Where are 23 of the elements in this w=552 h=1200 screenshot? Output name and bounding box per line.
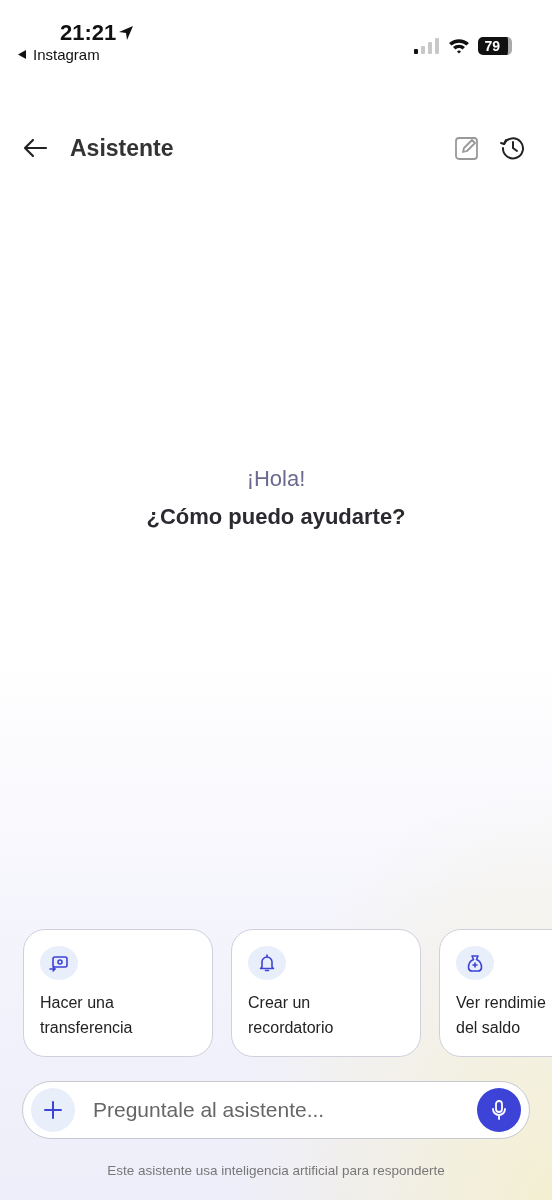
suggestion-card[interactable]: Ver rendimie del saldo [439, 929, 552, 1057]
message-input[interactable]: Preguntale al asistente... [91, 1097, 477, 1123]
cash-transfer-icon [49, 953, 69, 973]
battery-icon: 79 [478, 37, 512, 55]
suggestion-card[interactable]: Hacer una transferencia [23, 929, 213, 1057]
microphone-button[interactable] [477, 1088, 521, 1132]
add-button[interactable] [31, 1088, 75, 1132]
signal-icon [414, 38, 441, 54]
bell-icon [257, 953, 277, 973]
greeting-text: ¡Hola! [246, 466, 306, 492]
location-arrow-icon [118, 25, 135, 41]
disclaimer-text: Este asistente usa inteligencia artificial para responderte [106, 1162, 446, 1180]
page-title: Asistente [70, 134, 174, 162]
greeting-question: ¿Cómo puedo ayudarte? [146, 504, 406, 530]
back-triangle-icon[interactable] [18, 50, 27, 59]
money-bag-icon [465, 953, 485, 973]
suggestion-card[interactable]: Crear un recordatorio [231, 929, 421, 1057]
wifi-icon [448, 38, 471, 54]
message-field[interactable]: Preguntale al asistente... [22, 1081, 530, 1139]
microphone-icon [489, 1099, 509, 1121]
plus-icon [43, 1100, 63, 1120]
status-time: 21:21 [60, 20, 117, 46]
back-to-app-link[interactable]: Instagram [33, 46, 100, 63]
